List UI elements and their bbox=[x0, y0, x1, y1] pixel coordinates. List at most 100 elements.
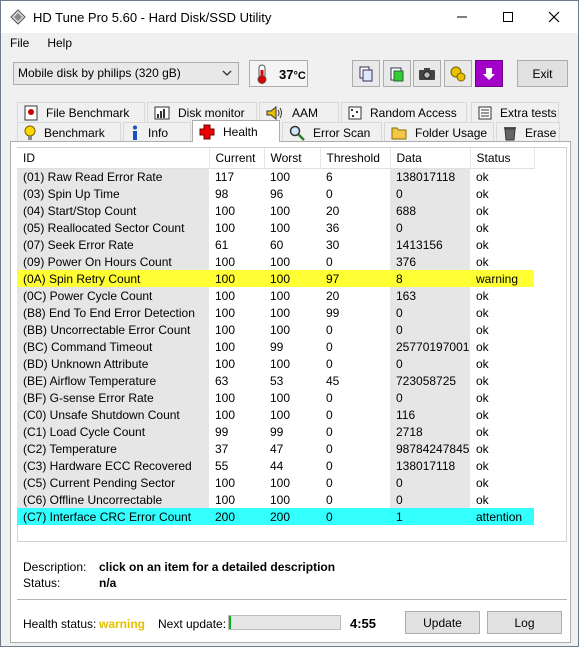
cell-threshold: 6 bbox=[326, 169, 333, 184]
menu-file[interactable]: File bbox=[1, 33, 38, 53]
cell-id: (C3) Hardware ECC Recovered bbox=[17, 457, 209, 474]
cell-id: (C2) Temperature bbox=[17, 440, 209, 457]
cell-status: ok bbox=[476, 203, 489, 218]
health-status-label: Health status: bbox=[23, 617, 97, 631]
maximize-button[interactable] bbox=[485, 1, 531, 33]
cell-data: 2718 bbox=[390, 423, 470, 440]
file-benchmark-icon bbox=[24, 105, 38, 120]
cell-threshold: 0 bbox=[326, 458, 333, 473]
cell-threshold: 36 bbox=[326, 220, 340, 235]
save-button[interactable] bbox=[475, 60, 503, 87]
tab-disk-monitor[interactable]: Disk monitor bbox=[147, 102, 257, 122]
table-row[interactable]: (0A) Spin Retry Count 100 100 97 8 warning bbox=[17, 270, 534, 287]
cell-threshold: 45 bbox=[326, 373, 340, 388]
maximize-icon bbox=[503, 12, 513, 22]
cell-worst: 100 bbox=[270, 254, 291, 269]
cell-current: 200 bbox=[209, 508, 264, 525]
table-row[interactable]: (BC) Command Timeout 100 99 0 25770197001 ok bbox=[17, 338, 534, 355]
cell-data: 0 bbox=[390, 321, 470, 338]
tab-benchmark[interactable]: Benchmark bbox=[17, 122, 121, 142]
column-header-data[interactable]: Data bbox=[390, 148, 471, 169]
cell-data: 723058725 bbox=[390, 372, 470, 389]
table-row[interactable]: (C2) Temperature 37 47 0 98784247845 ok bbox=[17, 440, 534, 457]
update-button[interactable]: Update bbox=[405, 611, 480, 634]
tab-extra-tests[interactable]: Extra tests bbox=[471, 102, 559, 122]
cell-worst: 100 bbox=[270, 288, 291, 303]
minimize-button[interactable] bbox=[439, 1, 485, 33]
column-header-status[interactable]: Status bbox=[470, 148, 535, 169]
table-row[interactable]: (04) Start/Stop Count 100 100 20 688 ok bbox=[17, 202, 534, 219]
status-label: Status: bbox=[23, 576, 61, 590]
table-row[interactable]: (BB) Uncorrectable Error Count 100 100 0 0 ok bbox=[17, 321, 534, 338]
tab-health[interactable]: Health bbox=[192, 120, 280, 142]
table-row[interactable]: (09) Power On Hours Count 100 100 0 376 ok bbox=[17, 253, 534, 270]
disk-monitor-icon bbox=[154, 106, 170, 119]
exit-button[interactable]: Exit bbox=[517, 60, 568, 87]
magnifier-icon bbox=[289, 125, 305, 141]
table-row[interactable]: (C7) Interface CRC Error Count 200 200 0 1 at… bbox=[17, 508, 534, 525]
table-row[interactable]: (BF) G-sense Error Rate 100 100 0 0 ok bbox=[17, 389, 534, 406]
tab-erase[interactable]: Erase bbox=[496, 122, 560, 142]
table-row[interactable]: (BD) Unknown Attribute 100 100 0 0 ok bbox=[17, 355, 534, 372]
cell-status: ok bbox=[476, 390, 489, 405]
temperature-display: 37°C bbox=[249, 60, 308, 87]
table-header-row: ID Current Worst Threshold Data Status bbox=[17, 148, 535, 169]
cell-status: ok bbox=[476, 458, 489, 473]
table-row[interactable]: (05) Reallocated Sector Count 100 100 36 0 ok bbox=[17, 219, 534, 236]
cell-current: 117 bbox=[215, 169, 235, 184]
table-row[interactable]: (C5) Current Pending Sector 100 100 0 0 ok bbox=[17, 474, 534, 491]
table-row[interactable]: (BE) Airflow Temperature 63 53 45 723058725 o… bbox=[17, 372, 534, 389]
cell-threshold: 20 bbox=[326, 203, 340, 218]
minimize-icon bbox=[457, 16, 467, 18]
column-header-threshold[interactable]: Threshold bbox=[320, 148, 391, 169]
table-row[interactable]: (B8) End To End Error Detection 100 100 99 0… bbox=[17, 304, 534, 321]
column-header-worst[interactable]: Worst bbox=[264, 148, 321, 169]
tab-random-access[interactable]: Random Access bbox=[341, 102, 467, 122]
cell-current: 63 bbox=[215, 373, 229, 388]
copy-info-button[interactable] bbox=[383, 60, 411, 87]
table-row[interactable]: (07) Seek Error Rate 61 60 30 1413156 ok bbox=[17, 236, 534, 253]
cell-id: (C7) Interface CRC Error Count bbox=[17, 508, 209, 525]
folder-icon bbox=[391, 127, 407, 139]
close-button[interactable] bbox=[531, 1, 577, 33]
column-header-id[interactable]: ID bbox=[17, 148, 210, 169]
log-button[interactable]: Log bbox=[487, 611, 562, 634]
tab-info[interactable]: Info bbox=[123, 122, 191, 142]
cell-status: ok bbox=[476, 407, 489, 422]
cell-data: 138017118 bbox=[390, 168, 470, 185]
screenshot-button[interactable] bbox=[413, 60, 441, 87]
table-row[interactable]: (C1) Load Cycle Count 99 99 0 2718 ok bbox=[17, 423, 534, 440]
countdown: 4:55 bbox=[350, 616, 377, 631]
cell-id: (04) Start/Stop Count bbox=[17, 202, 209, 219]
tab-aam[interactable]: AAM bbox=[259, 102, 339, 122]
clipboard-icon bbox=[390, 67, 404, 81]
table-row[interactable]: (C3) Hardware ECC Recovered 55 44 0 13801711… bbox=[17, 457, 534, 474]
options-button[interactable] bbox=[444, 60, 472, 87]
table-row[interactable]: (C0) Unsafe Shutdown Count 100 100 0 116 ok bbox=[17, 406, 534, 423]
cell-data: 0 bbox=[390, 491, 470, 508]
column-header-current[interactable]: Current bbox=[209, 148, 265, 169]
tab-file-benchmark[interactable]: File Benchmark bbox=[17, 102, 145, 122]
drive-select[interactable]: Mobile disk by philips (320 gB) bbox=[13, 62, 239, 85]
cell-current: 61 bbox=[215, 237, 229, 252]
cell-current: 100 bbox=[215, 492, 236, 507]
copy-text-button[interactable] bbox=[352, 60, 380, 87]
table-row[interactable]: (01) Raw Read Error Rate 117 100 6 138017118… bbox=[17, 168, 534, 185]
table-row[interactable]: (0C) Power Cycle Count 100 100 20 163 ok bbox=[17, 287, 534, 304]
next-update-label: Next update: bbox=[158, 617, 227, 631]
tab-error-scan[interactable]: Error Scan bbox=[282, 122, 382, 142]
menu-help[interactable]: Help bbox=[38, 33, 81, 53]
cell-threshold: 0 bbox=[326, 356, 333, 371]
cell-status: ok bbox=[476, 356, 489, 371]
cell-data: 163 bbox=[390, 287, 470, 304]
table-row[interactable]: (03) Spin Up Time 98 96 0 0 ok bbox=[17, 185, 534, 202]
tab-label: Folder Usage bbox=[415, 125, 488, 140]
window-title: HD Tune Pro 5.60 - Hard Disk/SSD Utility bbox=[33, 9, 272, 25]
cell-current: 100 bbox=[215, 288, 236, 303]
cell-status: ok bbox=[476, 373, 489, 388]
cell-current: 55 bbox=[215, 458, 229, 473]
tab-folder-usage[interactable]: Folder Usage bbox=[384, 122, 494, 142]
table-row[interactable]: (C6) Offline Uncorrectable 100 100 0 0 ok bbox=[17, 491, 534, 508]
cell-status: warning bbox=[470, 270, 534, 287]
cell-current: 37 bbox=[215, 441, 229, 456]
